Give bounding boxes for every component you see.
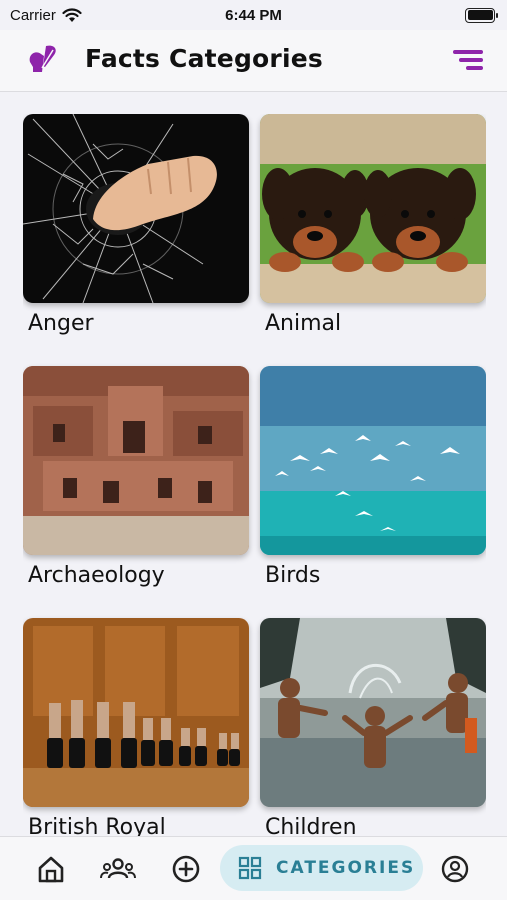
puppies-image: [260, 114, 486, 303]
profile-icon: [441, 855, 469, 883]
category-label: Birds: [265, 563, 321, 588]
category-label: Archaeology: [28, 563, 165, 588]
category-card-animal[interactable]: Animal: [260, 114, 486, 336]
seagulls-image: [260, 366, 486, 555]
shattered-glass-image: [23, 114, 249, 303]
boots-image: [23, 618, 249, 807]
filter-menu-icon[interactable]: [451, 46, 485, 74]
brain-feather-icon: [29, 45, 56, 72]
battery-icon: [465, 7, 498, 23]
category-grid: Anger Animal Archaeology Birds British R…: [23, 114, 486, 836]
page-title: Facts Categories: [85, 44, 323, 73]
nav-categories-label: CATEGORIES: [276, 858, 416, 878]
category-card-birds[interactable]: Birds: [260, 366, 486, 588]
category-label: Anger: [28, 311, 94, 336]
category-label: Children: [265, 815, 357, 836]
home-icon: [38, 856, 64, 883]
status-bar: Carrier 6:44 PM: [0, 0, 507, 30]
rock-tombs-image: [23, 366, 249, 555]
category-label: Animal: [265, 311, 342, 336]
nav-community[interactable]: [100, 851, 136, 887]
group-icon: [100, 858, 136, 879]
children-image: [260, 618, 486, 807]
category-label: British Royal: [28, 815, 166, 836]
app-header: Facts Categories: [0, 30, 507, 92]
grid-icon: [238, 856, 262, 880]
add-circle-icon: [172, 855, 200, 883]
bottom-nav: CATEGORIES: [0, 836, 507, 900]
category-card-british-royal[interactable]: British Royal: [23, 618, 249, 836]
category-card-children[interactable]: Children: [260, 618, 486, 836]
nav-categories[interactable]: CATEGORIES: [220, 845, 423, 891]
nav-profile[interactable]: [437, 851, 473, 887]
carrier-label: Carrier: [10, 6, 56, 24]
nav-add[interactable]: [168, 851, 204, 887]
category-card-archaeology[interactable]: Archaeology: [23, 366, 249, 588]
status-left: Carrier: [10, 7, 82, 24]
nav-home[interactable]: [33, 851, 69, 887]
wifi-icon: [62, 7, 82, 22]
category-card-anger[interactable]: Anger: [23, 114, 249, 336]
